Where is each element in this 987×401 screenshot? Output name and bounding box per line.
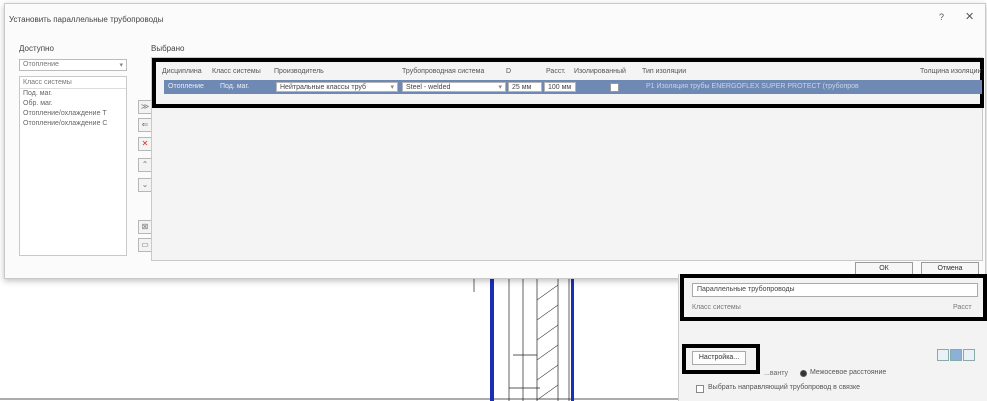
chevron-down-icon: ▾ (119, 62, 123, 69)
cell-insulation-type[interactable]: Р1 Изоляция трубы ENERGOFLEX SUPER PROTE… (646, 82, 902, 92)
list-item[interactable]: Обр. маг. (20, 99, 126, 109)
insulated-checkbox[interactable] (610, 83, 619, 92)
table-row[interactable]: Отопление Под. маг. Нейтральные классы т… (164, 80, 982, 94)
cell-discipline[interactable]: Отопление (168, 82, 204, 92)
spacing-mode-label: Межосевое расстояние (810, 369, 887, 376)
panel-row-value: Расст (953, 304, 972, 311)
chevron-down-icon: ▾ (498, 84, 502, 91)
available-list-header: Класс системы (20, 77, 126, 89)
move-up-button[interactable]: ⌃ (138, 158, 152, 172)
column-header[interactable]: Тип изоляции (642, 68, 686, 75)
column-header[interactable]: D (506, 68, 511, 75)
delete-button[interactable]: ✕ (138, 137, 152, 151)
save-settings-button[interactable]: ▭ (138, 238, 152, 252)
selected-label: Выбрано (151, 44, 185, 53)
manufacturer-value: Нейтральные классы труб (280, 84, 367, 91)
selected-grid: Дисциплина Класс системы Производитель Т… (151, 57, 984, 261)
column-header[interactable]: Расст. (546, 68, 566, 75)
category-select-value: Отопление (23, 61, 59, 68)
diameter-value: 25 мм (512, 84, 532, 91)
settings-button[interactable]: Настройка... (692, 351, 746, 365)
add-to-selected-button[interactable]: ≫ (138, 100, 152, 114)
chevron-down-icon: ▾ (390, 84, 394, 91)
list-item[interactable]: Под. маг. (20, 89, 126, 99)
column-header[interactable]: Трубопроводная система (402, 68, 484, 75)
cell-piping-system[interactable]: Steel - welded ▾ (402, 82, 506, 92)
load-settings-button[interactable]: ⊠ (138, 220, 152, 234)
view-center-icon[interactable] (950, 349, 962, 361)
view-mode-icons (936, 349, 975, 363)
piping-system-value: Steel - welded (406, 84, 451, 91)
panel-row-label: Класс системы (692, 304, 741, 311)
list-item[interactable]: Отопление/охлаждение С (20, 119, 126, 129)
close-icon[interactable]: ✕ (965, 10, 974, 23)
cell-manufacturer[interactable]: Нейтральные классы труб ▾ (276, 82, 398, 92)
category-select[interactable]: Отопление ▾ (19, 59, 127, 71)
view-right-icon[interactable] (963, 349, 975, 361)
available-list: Класс системы Под. маг. Обр. маг. Отопле… (19, 76, 127, 256)
remove-from-selected-button[interactable]: ⇐ (138, 118, 152, 132)
cell-system-class[interactable]: Под. маг. (220, 82, 249, 92)
column-header[interactable]: Класс системы (212, 68, 261, 75)
panel-title[interactable]: Параллельные трубопроводы (692, 283, 978, 297)
cad-hatch (536, 284, 559, 401)
guide-pipe-checkbox[interactable] (696, 385, 704, 393)
help-icon[interactable]: ? (939, 12, 944, 22)
by-element-text: ...ванту (764, 370, 789, 377)
column-header[interactable]: Производитель (274, 68, 324, 75)
pipe-return-line (571, 279, 574, 401)
available-label: Доступно (19, 44, 54, 53)
column-header[interactable]: Толщина изоляции (920, 68, 981, 75)
list-item[interactable]: Отопление/охлаждение Т (20, 109, 126, 119)
cell-spacing[interactable]: 100 мм (544, 82, 576, 92)
grid-highlight-frame: Дисциплина Класс системы Производитель Т… (152, 58, 984, 108)
move-down-button[interactable]: ⌄ (138, 178, 152, 192)
spacing-mode-radio[interactable] (800, 370, 807, 377)
guide-pipe-label: Выбрать направляющий трубопровод в связк… (708, 384, 861, 391)
dialog-title: Установить параллельные трубопроводы (9, 15, 164, 24)
parallel-pipes-dialog: Установить параллельные трубопроводы ? ✕… (4, 3, 986, 279)
cell-diameter[interactable]: 25 мм (508, 82, 542, 92)
panel-highlight-frame (680, 274, 987, 321)
column-header[interactable]: Изолированный (574, 68, 626, 75)
column-header[interactable]: Дисциплина (162, 68, 202, 75)
pipe-supply-line (490, 279, 494, 401)
view-left-icon[interactable] (937, 349, 949, 361)
spacing-value: 100 мм (548, 84, 572, 91)
